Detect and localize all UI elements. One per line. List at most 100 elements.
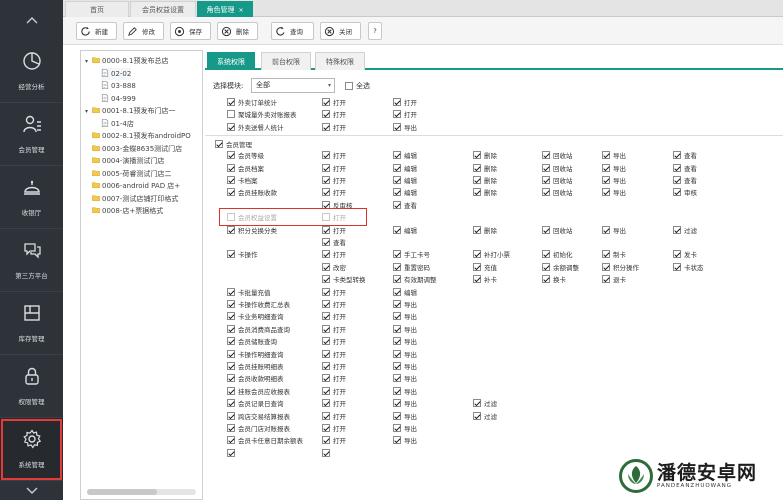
- nav-item-member-list[interactable]: 会员管理: [0, 103, 63, 166]
- permission-item-checkbox[interactable]: 卡操作明细查询: [227, 349, 284, 359]
- checkbox-box[interactable]: [393, 151, 401, 159]
- checkbox-box[interactable]: [473, 250, 481, 258]
- checkbox-box[interactable]: [227, 424, 235, 432]
- permission-item-checkbox[interactable]: 会员卡任意日期余额表: [227, 435, 303, 445]
- checkbox-box[interactable]: [227, 325, 235, 333]
- permission-op-checkbox[interactable]: 打开: [322, 249, 346, 259]
- permission-op-checkbox[interactable]: 打开: [322, 150, 346, 160]
- checkbox-box[interactable]: [473, 399, 481, 407]
- checkbox-box[interactable]: [393, 176, 401, 184]
- nav-item-inventory[interactable]: 库存管理: [0, 292, 63, 355]
- checkbox-box[interactable]: [542, 188, 550, 196]
- permission-op-checkbox[interactable]: 打开: [393, 109, 417, 119]
- checkbox-box[interactable]: [393, 164, 401, 172]
- permission-op-checkbox[interactable]: 打开: [322, 435, 346, 445]
- permission-op-checkbox[interactable]: 查看: [322, 237, 346, 247]
- permission-item-checkbox[interactable]: 会员记录日查询: [227, 398, 284, 408]
- permission-item-checkbox[interactable]: 挂账会员应收报表: [227, 386, 290, 396]
- checkbox-box[interactable]: [322, 226, 330, 234]
- checkbox-box[interactable]: [542, 151, 550, 159]
- permission-op-checkbox[interactable]: 回收站: [542, 163, 573, 173]
- checkbox-box[interactable]: [473, 263, 481, 271]
- checkbox-box[interactable]: [227, 337, 235, 345]
- checkbox-box[interactable]: [393, 226, 401, 234]
- permission-op-checkbox[interactable]: 删除: [473, 163, 497, 173]
- permission-item-checkbox[interactable]: 会员档案: [227, 163, 264, 173]
- permission-op-checkbox[interactable]: 导出: [393, 336, 417, 346]
- permission-op-checkbox[interactable]: 导出: [602, 225, 626, 235]
- nav-item-lock[interactable]: 权限管理: [0, 355, 63, 418]
- checkbox-box[interactable]: [393, 110, 401, 118]
- tab-system-permissions[interactable]: 系统权限: [207, 52, 255, 70]
- checkbox-box[interactable]: [227, 226, 235, 234]
- tree-toggle-icon[interactable]: ▾: [85, 56, 92, 68]
- save-button[interactable]: 保存: [170, 22, 211, 40]
- permission-op-checkbox[interactable]: 打开: [322, 187, 346, 197]
- checkbox-box[interactable]: [322, 288, 330, 296]
- checkbox-box[interactable]: [322, 275, 330, 283]
- permission-op-checkbox[interactable]: 打开: [322, 386, 346, 396]
- permission-op-checkbox[interactable]: 查看: [673, 175, 697, 185]
- permission-item-checkbox[interactable]: 聚城量外卖对账报表: [227, 109, 297, 119]
- nav-item-service-bell[interactable]: 收银厅: [0, 166, 63, 229]
- checkbox-box[interactable]: [602, 151, 610, 159]
- checkbox-box[interactable]: [322, 399, 330, 407]
- checkbox-box[interactable]: [602, 250, 610, 258]
- checkbox-box[interactable]: [322, 436, 330, 444]
- checkbox-box[interactable]: [393, 300, 401, 308]
- checkbox-box[interactable]: [542, 226, 550, 234]
- permission-op-checkbox[interactable]: 导出: [393, 324, 417, 334]
- checkbox-box[interactable]: [393, 337, 401, 345]
- checkbox-box[interactable]: [393, 188, 401, 196]
- permission-op-checkbox[interactable]: 重置密码: [393, 262, 430, 272]
- checkbox-box[interactable]: [322, 374, 330, 382]
- tree-node[interactable]: 0007-测试店铺打印格式: [85, 193, 178, 205]
- permission-op-checkbox[interactable]: 打开: [393, 97, 417, 107]
- permission-op-checkbox[interactable]: 导出: [393, 122, 417, 132]
- permission-item-checkbox[interactable]: 会员挂账收款: [227, 187, 277, 197]
- close-tab-icon[interactable]: ×: [238, 7, 243, 14]
- permission-op-checkbox[interactable]: 手工卡号: [393, 249, 430, 259]
- checkbox-box[interactable]: [227, 151, 235, 159]
- permission-op-checkbox[interactable]: 导出: [602, 175, 626, 185]
- help-button[interactable]: ?: [368, 22, 382, 40]
- checkbox-box[interactable]: [227, 300, 235, 308]
- permission-item-checkbox[interactable]: 会员储账查询: [227, 336, 277, 346]
- permission-op-checkbox[interactable]: 导出: [393, 423, 417, 433]
- permission-op-checkbox[interactable]: 打开: [322, 299, 346, 309]
- permission-op-checkbox[interactable]: 初始化: [542, 249, 573, 259]
- checkbox-box[interactable]: [393, 288, 401, 296]
- checkbox-box[interactable]: [473, 412, 481, 420]
- checkbox-box[interactable]: [393, 412, 401, 420]
- permission-item-checkbox[interactable]: 卡业务明细查询: [227, 311, 284, 321]
- tree-horizontal-scrollbar[interactable]: [87, 489, 196, 495]
- permission-op-checkbox[interactable]: 补打小票: [473, 249, 510, 259]
- permission-op-checkbox[interactable]: 打开: [322, 373, 346, 383]
- checkbox-box[interactable]: [602, 226, 610, 234]
- checkbox-box[interactable]: [322, 449, 330, 457]
- module-select[interactable]: 全部 ▾: [251, 78, 335, 93]
- checkbox-box[interactable]: [322, 424, 330, 432]
- permission-op-checkbox[interactable]: 发卡: [673, 249, 697, 259]
- permission-op-checkbox[interactable]: 打开: [322, 311, 346, 321]
- checkbox-box[interactable]: [602, 176, 610, 184]
- permission-op-checkbox[interactable]: 过滤: [473, 411, 497, 421]
- permission-item-checkbox[interactable]: 外卖订单统计: [227, 97, 277, 107]
- tree-node[interactable]: 0006-android PAD 店+: [85, 180, 180, 192]
- checkbox-box[interactable]: [473, 188, 481, 196]
- checkbox-box[interactable]: [322, 387, 330, 395]
- permission-item-checkbox[interactable]: 会员等级: [227, 150, 264, 160]
- permission-op-checkbox[interactable]: 删除: [473, 225, 497, 235]
- checkbox-box[interactable]: [602, 263, 610, 271]
- checkbox-box[interactable]: [227, 312, 235, 320]
- checkbox-box[interactable]: [227, 98, 235, 106]
- checkbox-box[interactable]: [673, 250, 681, 258]
- permission-item-checkbox[interactable]: 会员消费商品查询: [227, 324, 290, 334]
- scrollbar-thumb[interactable]: [87, 489, 157, 495]
- checkbox-box[interactable]: [227, 412, 235, 420]
- tree-node[interactable]: 02-02: [101, 68, 131, 80]
- permission-op-checkbox[interactable]: 删除: [473, 187, 497, 197]
- checkbox-box[interactable]: [322, 123, 330, 131]
- permission-item-checkbox[interactable]: 跨店交易结算报表: [227, 411, 290, 421]
- permission-op-checkbox[interactable]: 充值: [473, 262, 497, 272]
